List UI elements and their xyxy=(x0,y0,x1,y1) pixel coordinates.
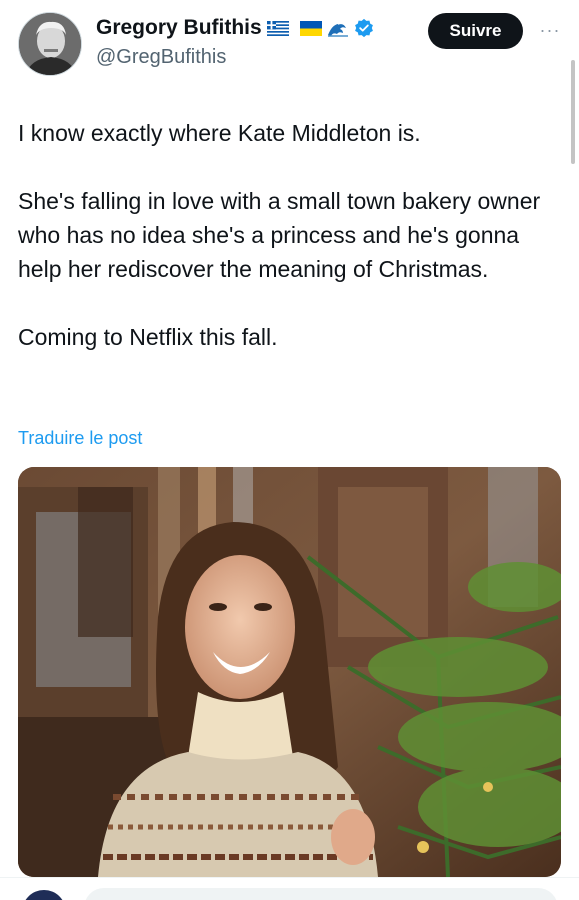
author-name-row: Gregory Bufithis xyxy=(96,16,374,40)
tweet-text: I know exactly where Kate Middleton is. … xyxy=(18,116,558,354)
tweet-media-photo[interactable] xyxy=(18,467,561,877)
greece-flag-icon xyxy=(266,20,289,36)
author-display-name[interactable]: Gregory Bufithis xyxy=(96,16,262,40)
verified-icon xyxy=(354,18,373,38)
photo-illustration xyxy=(18,467,561,877)
more-options-icon[interactable]: ··· xyxy=(536,18,564,42)
reply-input[interactable] xyxy=(84,888,558,900)
author-avatar[interactable] xyxy=(18,12,82,76)
wave-icon xyxy=(327,22,348,37)
tweet-paragraph: Coming to Netflix this fall. xyxy=(18,324,278,350)
tweet-paragraph: I know exactly where Kate Middleton is. xyxy=(18,120,421,146)
scrollbar[interactable] xyxy=(571,60,575,164)
author-handle[interactable]: @GregBufithis xyxy=(96,46,226,69)
translate-post-link[interactable]: Traduire le post xyxy=(18,428,142,449)
ukraine-flag-icon xyxy=(299,20,322,36)
tweet-paragraph: She's falling in love with a small town … xyxy=(18,188,541,282)
tweet-header: Gregory Bufithis @GregBufithis Suivre ··… xyxy=(0,0,579,90)
follow-button[interactable]: Suivre xyxy=(428,13,523,49)
